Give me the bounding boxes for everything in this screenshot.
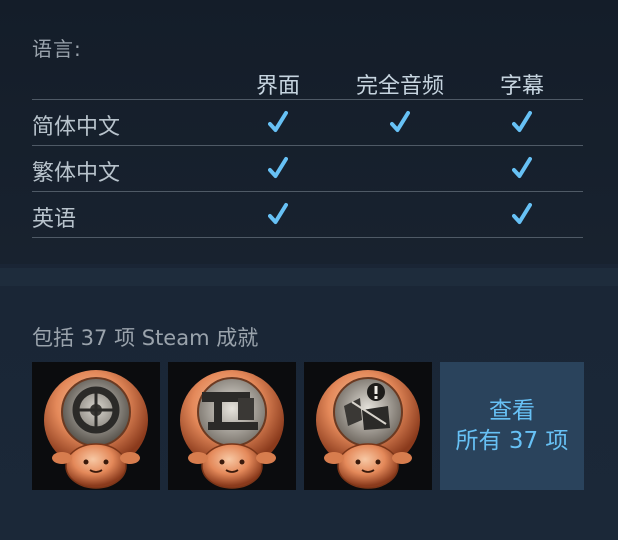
check-icon [390,110,410,134]
language-name: 英语 [32,207,77,232]
view-all-line1: 查看 [489,398,535,424]
check-icon [512,110,532,134]
language-name: 简体中文 [32,115,121,140]
store-page-section: 语言: 界面 完全音频 字幕 简体中文 繁体中文 英语 包括 37 项 Stea… [0,0,618,540]
language-row: 英语 [32,192,583,238]
languages-table: 界面 完全音频 字幕 简体中文 繁体中文 英语 [32,62,583,238]
section-divider [0,268,618,286]
achievement-wheel-icon[interactable] [32,362,160,490]
achievement-machine-icon[interactable] [168,362,296,490]
column-subtitles: 字幕 [499,74,545,99]
check-icon [512,202,532,226]
check-icon [268,110,288,134]
view-all-achievements-button[interactable]: 查看 所有 37 项 [440,362,584,490]
column-interface: 界面 [255,74,301,99]
language-row: 简体中文 [32,100,583,146]
achievement-alert-icon[interactable] [304,362,432,490]
languages-title: 语言: [32,37,82,61]
column-full-audio: 完全音频 [355,74,445,99]
achievements-title: 包括 37 项 Steam 成就 [32,326,259,350]
language-row: 繁体中文 [32,146,583,192]
check-icon [268,156,288,180]
view-all-line2: 所有 37 项 [455,428,569,454]
achievements-grid: 查看 所有 37 项 [32,362,584,490]
achievements-panel: 包括 37 项 Steam 成就 查看 所有 37 项 [0,286,618,540]
language-support-panel: 语言: 界面 完全音频 字幕 简体中文 繁体中文 英语 [0,0,618,264]
language-name: 繁体中文 [32,161,121,186]
languages-header-row: 界面 完全音频 字幕 [32,62,583,100]
check-icon [512,156,532,180]
check-icon [268,202,288,226]
